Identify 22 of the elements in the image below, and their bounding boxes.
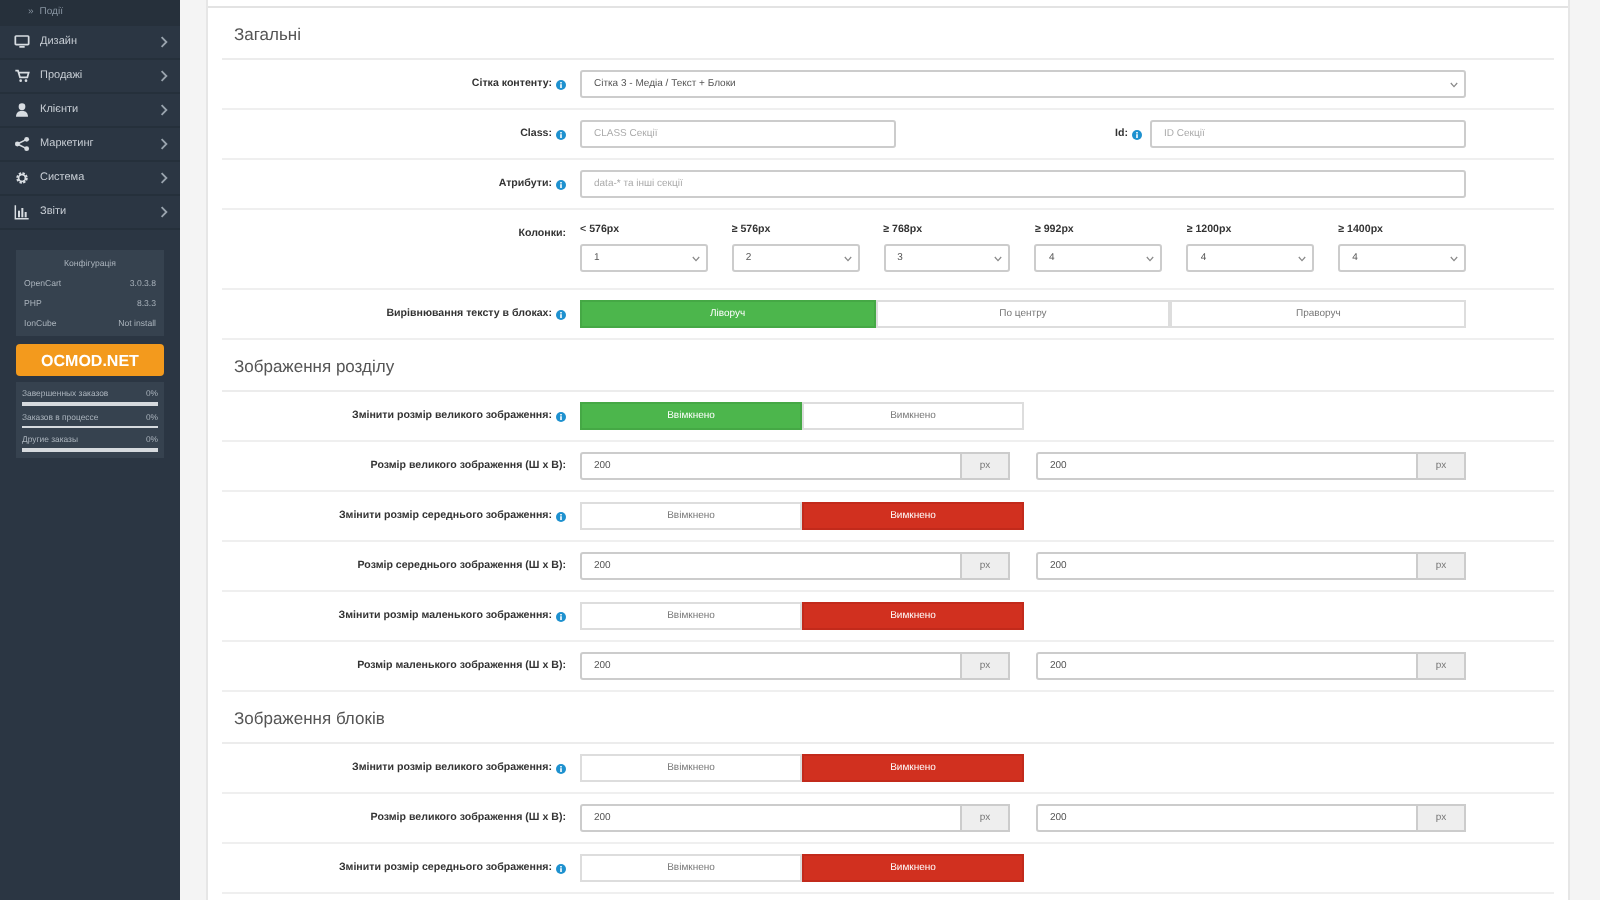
caret-icon	[994, 255, 1003, 261]
cart-icon	[14, 68, 30, 84]
share-icon	[14, 136, 30, 152]
chevron-icon	[160, 206, 168, 218]
chevron-icon	[160, 138, 168, 150]
person-icon	[14, 102, 30, 118]
chevron-icon	[160, 70, 168, 82]
chevron-icon	[160, 36, 168, 48]
caret-icon	[1146, 255, 1155, 261]
caret-icon	[1450, 81, 1458, 87]
caret-icon	[1449, 255, 1458, 261]
caret-icon	[691, 255, 700, 261]
caret-icon	[843, 255, 852, 261]
monitor-icon	[14, 34, 30, 50]
bar-chart-icon	[14, 204, 30, 220]
caret-icon	[1298, 255, 1307, 261]
gear-icon	[14, 170, 30, 186]
chevron-icon	[160, 172, 168, 184]
section-title: Зображення блоків	[234, 707, 385, 727]
section-title: Зображення розділу	[234, 355, 395, 375]
section-title: Загальні	[234, 23, 301, 43]
chevron-icon	[160, 104, 168, 116]
